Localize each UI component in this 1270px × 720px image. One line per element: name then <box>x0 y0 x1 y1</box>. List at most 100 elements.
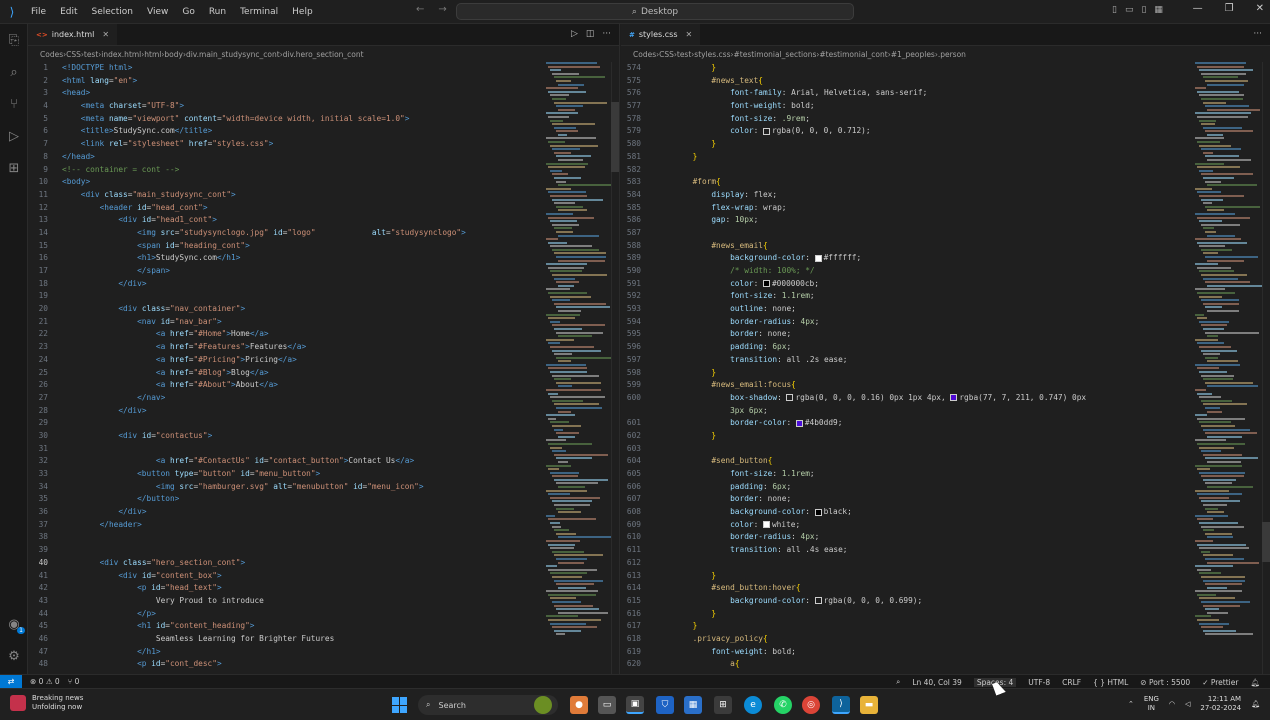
file-explorer-icon[interactable]: ▬ <box>860 696 878 714</box>
code-line[interactable]: 20 <div class="nav_container"> <box>28 303 466 316</box>
code-line[interactable]: 23 <a href="#Features">Features</a> <box>28 341 466 354</box>
forward-arrow-icon[interactable]: → <box>438 4 446 15</box>
breadcrumb-item[interactable]: CSS <box>66 50 81 59</box>
vertical-scrollbar[interactable] <box>611 62 619 674</box>
code-line[interactable]: 24 <a href="#Pricing">Pricing</a> <box>28 354 466 367</box>
tab-styles-css[interactable]: # styles.css ✕ <box>621 24 701 45</box>
code-line[interactable]: 602 } <box>621 430 1086 443</box>
code-line[interactable]: 620 a{ <box>621 658 1086 671</box>
code-line[interactable]: 594 border-radius: 4px; <box>621 316 1086 329</box>
code-line[interactable]: 46 Seamless Learning for Brighter Future… <box>28 633 466 646</box>
code-line[interactable]: 582 <box>621 164 1086 177</box>
color-swatch-icon[interactable] <box>762 280 770 288</box>
line-ending[interactable]: CRLF <box>1062 678 1081 687</box>
code-line[interactable]: 585 flex-wrap: wrap; <box>621 202 1086 215</box>
vertical-scrollbar[interactable] <box>1262 62 1270 674</box>
code-line[interactable]: 588 #news_email{ <box>621 240 1086 253</box>
store-icon[interactable]: ⊞ <box>714 696 732 714</box>
minimize-icon[interactable]: — <box>1193 3 1203 14</box>
code-line[interactable]: 1 <!DOCTYPE html> <box>28 62 466 75</box>
code-line[interactable]: 619 font-weight: bold; <box>621 646 1086 659</box>
code-line[interactable]: 600 box-shadow: rgba(0, 0, 0, 0.16) 0px … <box>621 392 1086 405</box>
whatsapp-icon[interactable]: ✆ <box>774 696 792 714</box>
code-line[interactable]: 606 padding: 6px; <box>621 481 1086 494</box>
code-line[interactable]: 34 <img src="hamburger.svg" alt="menubut… <box>28 481 466 494</box>
code-line[interactable]: 598 } <box>621 367 1086 380</box>
code-line[interactable]: 595 border: none; <box>621 328 1086 341</box>
copilot-icon[interactable]: ● <box>570 696 588 714</box>
menu-view[interactable]: View <box>140 7 175 17</box>
breadcrumb-item[interactable]: #testimonial_cont <box>819 50 887 59</box>
code-line[interactable]: 6 <title>StudySync.com</title> <box>28 125 466 138</box>
breadcrumb-item[interactable]: html <box>144 50 161 59</box>
breadcrumb-item[interactable]: body <box>164 50 183 59</box>
code-line[interactable]: 593 outline: none; <box>621 303 1086 316</box>
breadcrumb-item[interactable]: div.hero_section_cont <box>283 50 364 59</box>
toggle-panel-icon[interactable]: ▭ <box>1125 5 1134 15</box>
code-line[interactable]: 616 } <box>621 608 1086 621</box>
code-line[interactable]: 578 font-size: .9rem; <box>621 113 1086 126</box>
screen-recorder-icon[interactable]: ▣ <box>626 696 644 714</box>
more-actions-icon[interactable]: ··· <box>1253 29 1262 39</box>
code-line[interactable]: 584 display: flex; <box>621 189 1086 202</box>
color-swatch-icon[interactable] <box>950 394 958 402</box>
code-line[interactable]: 607 border: none; <box>621 493 1086 506</box>
clock[interactable]: 12:11 AM 27-02-2024 <box>1200 695 1241 713</box>
color-swatch-icon[interactable] <box>814 597 822 605</box>
vscode-taskbar-icon[interactable]: ⟩ <box>832 696 850 714</box>
run-debug-icon[interactable]: ▷ <box>0 122 28 150</box>
code-line[interactable]: 9 <!-- container = cont --> <box>28 164 466 177</box>
source-control-icon[interactable]: ⑂ <box>0 90 28 118</box>
code-line[interactable]: 11 <div class="main_studysync_cont"> <box>28 189 466 202</box>
code-line[interactable]: 601 border-color: #4b0dd9; <box>621 417 1086 430</box>
weather-widget-icon[interactable] <box>534 696 552 714</box>
color-swatch-icon[interactable] <box>795 419 803 427</box>
code-line[interactable]: 28 </div> <box>28 405 466 418</box>
code-line[interactable]: 592 font-size: 1.1rem; <box>621 290 1086 303</box>
code-line[interactable]: 609 color: white; <box>621 519 1086 532</box>
code-area[interactable]: 1 <!DOCTYPE html> 2 <html lang="en"> 3 <head>… <box>28 62 466 671</box>
tab-index-html[interactable]: <> index.html ✕ <box>28 24 118 45</box>
code-area[interactable]: 574 } 575 #news_text{576 font-family: Ari… <box>621 62 1086 671</box>
code-line[interactable]: 39 <box>28 544 466 557</box>
menu-go[interactable]: Go <box>175 7 201 17</box>
back-arrow-icon[interactable]: ← <box>416 4 424 15</box>
code-line[interactable]: 44 </p> <box>28 608 466 621</box>
code-line[interactable]: 13 <div id="head1_cont"> <box>28 214 466 227</box>
task-view-icon[interactable]: ▭ <box>598 696 616 714</box>
settings-gear-icon[interactable]: ⚙ <box>0 642 28 670</box>
breadcrumb-item[interactable]: styles.css <box>694 50 730 59</box>
code-line[interactable]: 18 </div> <box>28 278 466 291</box>
toggle-secondary-sidebar-icon[interactable]: ▯ <box>1141 5 1146 15</box>
command-center-search[interactable]: ⌕ Desktop <box>456 3 854 20</box>
run-icon[interactable]: ▷ <box>571 29 578 39</box>
minimap[interactable] <box>546 62 614 674</box>
breadcrumb-item[interactable]: test <box>84 50 98 59</box>
breadcrumb-item[interactable]: Codes <box>40 50 63 59</box>
code-line[interactable]: 612 <box>621 557 1086 570</box>
close-tab-icon[interactable]: ✕ <box>686 30 693 39</box>
code-line[interactable]: 10 <body> <box>28 176 466 189</box>
code-line[interactable]: 591 color: #000000cb; <box>621 278 1086 291</box>
explorer-icon[interactable]: ⎘ <box>0 26 28 54</box>
breadcrumb-item[interactable]: div.main_studysync_cont <box>186 50 280 59</box>
close-tab-icon[interactable]: ✕ <box>102 30 109 39</box>
code-line[interactable]: 577 font-weight: bold; <box>621 100 1086 113</box>
code-line[interactable]: 580 } <box>621 138 1086 151</box>
code-line[interactable]: 581 } <box>621 151 1086 164</box>
code-line[interactable]: 22 <a href="#Home">Home</a> <box>28 328 466 341</box>
code-line[interactable]: 611 transition: all .4s ease; <box>621 544 1086 557</box>
menu-help[interactable]: Help <box>285 7 320 17</box>
maximize-icon[interactable]: ❐ <box>1225 3 1234 14</box>
menu-run[interactable]: Run <box>202 7 233 17</box>
volume-icon[interactable]: ◁ <box>1185 700 1190 708</box>
show-hidden-icons-icon[interactable]: ⌃ <box>1128 700 1134 708</box>
code-line[interactable]: 48 <p id="cont_desc"> <box>28 658 466 671</box>
breadcrumb-item[interactable]: test <box>677 50 691 59</box>
code-line[interactable]: 2 <html lang="en"> <box>28 75 466 88</box>
menu-file[interactable]: File <box>24 7 53 17</box>
notification-center-icon[interactable]: 🔔︎ <box>1251 700 1260 708</box>
problems-indicator[interactable]: ⊗ 0 ⚠ 0 <box>30 677 60 686</box>
code-line[interactable]: 12 <header id="head_cont"> <box>28 202 466 215</box>
code-line[interactable]: 5 <meta name="viewport" content="width=d… <box>28 113 466 126</box>
